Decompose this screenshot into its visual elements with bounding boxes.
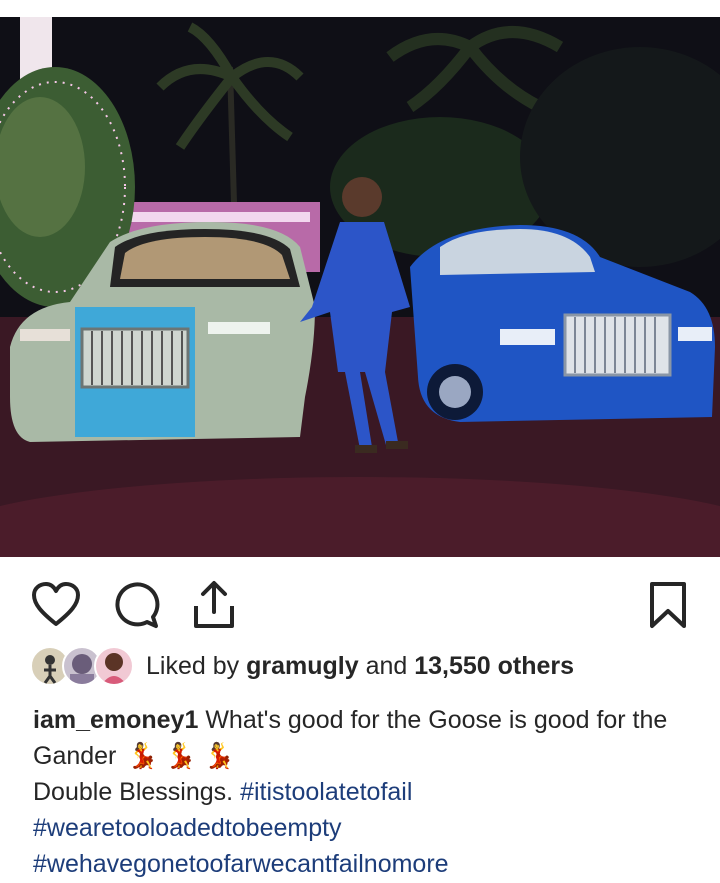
post-photo[interactable] xyxy=(0,17,720,557)
share-icon[interactable] xyxy=(186,575,242,635)
liked-by-count[interactable]: 13,550 others xyxy=(414,652,574,681)
hashtag-link[interactable]: #wearetooloadedtobeempty xyxy=(33,810,703,846)
likes-summary[interactable]: Liked by gramugly and 13,550 others xyxy=(30,644,574,688)
hashtag-link[interactable]: #itistoolatetofail xyxy=(240,778,412,806)
post-action-bar xyxy=(0,575,720,639)
caption-username[interactable]: iam_emoney1 xyxy=(33,706,198,734)
avatar xyxy=(94,646,134,686)
liked-by-and: and xyxy=(365,651,408,680)
hashtag-link[interactable]: #wehavegonetoofarwecantfailnomore xyxy=(33,846,703,882)
liked-by-user[interactable]: gramugly xyxy=(246,652,359,681)
post-caption: iam_emoney1 What's good for the Goose is… xyxy=(33,702,703,882)
post-photo-art xyxy=(0,17,720,557)
liked-by-prefix: Liked by xyxy=(146,651,240,680)
caption-line2: Double Blessings. #itistoolatetofail xyxy=(33,774,703,810)
dancer-emoji: 💃 💃 💃 xyxy=(127,742,235,770)
liker-avatars xyxy=(30,646,140,686)
caption-line2-text: Double Blessings. xyxy=(33,778,234,806)
heart-icon[interactable] xyxy=(28,575,84,635)
bookmark-icon[interactable] xyxy=(640,575,696,635)
comment-bubble-icon[interactable] xyxy=(108,575,164,635)
